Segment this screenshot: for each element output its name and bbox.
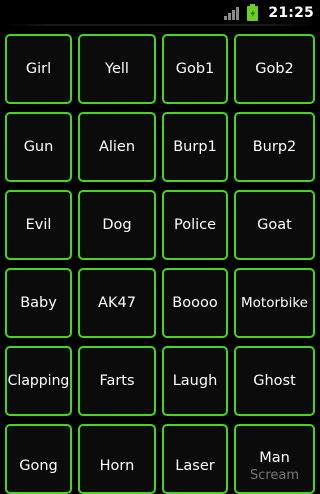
sound-button-grid: Girl Yell Gob1 Gob2 Gun Alien Burp1 Burp… <box>0 0 320 494</box>
sound-button-burp1[interactable]: Burp1 <box>162 112 228 182</box>
button-label: Gong <box>19 458 58 474</box>
button-label: Burp2 <box>252 139 297 155</box>
button-label-overflow: Scream <box>249 468 300 483</box>
sound-button-ghost[interactable]: Ghost <box>234 346 315 416</box>
button-label: Ghost <box>253 373 296 389</box>
sound-button-farts[interactable]: Farts <box>78 346 156 416</box>
sound-button-horn[interactable]: Horn <box>78 424 156 494</box>
button-label: Dog <box>102 217 132 233</box>
button-label: Laugh <box>172 373 218 389</box>
button-label: Farts <box>99 373 135 389</box>
sound-button-burp2[interactable]: Burp2 <box>234 112 315 182</box>
sound-button-motorbike[interactable]: Motorbike <box>234 268 315 338</box>
button-label: Boooo <box>172 295 218 311</box>
button-label: Gob2 <box>255 61 294 77</box>
button-label: Baby <box>20 295 57 311</box>
sound-button-yell[interactable]: Yell <box>78 34 156 104</box>
sound-button-ak47[interactable]: AK47 <box>78 268 156 338</box>
button-label: Evil <box>25 217 52 233</box>
sound-button-evil[interactable]: Evil <box>5 190 72 260</box>
button-label: Gob1 <box>175 61 215 77</box>
sound-button-alien[interactable]: Alien <box>78 112 156 182</box>
sound-button-baby[interactable]: Baby <box>5 268 72 338</box>
sound-button-man-scream[interactable]: Man Scream <box>234 424 315 494</box>
button-label: Burp1 <box>173 139 217 155</box>
sound-button-gob1[interactable]: Gob1 <box>162 34 228 104</box>
button-label: Man <box>259 450 290 466</box>
sound-button-gun[interactable]: Gun <box>5 112 72 182</box>
button-label: Gun <box>23 139 54 155</box>
sound-button-gob2[interactable]: Gob2 <box>234 34 315 104</box>
sound-button-girl[interactable]: Girl <box>5 34 72 104</box>
button-label: Yell <box>105 61 129 77</box>
button-label: Motorbike <box>241 295 308 311</box>
button-label: Alien <box>98 139 136 155</box>
button-label: Goat <box>257 217 292 233</box>
sound-button-clapping[interactable]: Clapping <box>5 346 72 416</box>
sound-button-gong[interactable]: Gong <box>5 424 72 494</box>
sound-button-laser[interactable]: Laser <box>162 424 228 494</box>
sound-button-laugh[interactable]: Laugh <box>162 346 228 416</box>
button-label: AK47 <box>98 295 136 311</box>
button-label: Laser <box>175 458 215 474</box>
button-label: Police <box>173 217 217 233</box>
button-label: Clapping <box>7 373 70 389</box>
button-label: Horn <box>99 458 135 474</box>
sound-button-boooo[interactable]: Boooo <box>162 268 228 338</box>
sound-button-goat[interactable]: Goat <box>234 190 315 260</box>
sound-button-police[interactable]: Police <box>162 190 228 260</box>
button-label: Girl <box>25 61 52 77</box>
sound-button-dog[interactable]: Dog <box>78 190 156 260</box>
